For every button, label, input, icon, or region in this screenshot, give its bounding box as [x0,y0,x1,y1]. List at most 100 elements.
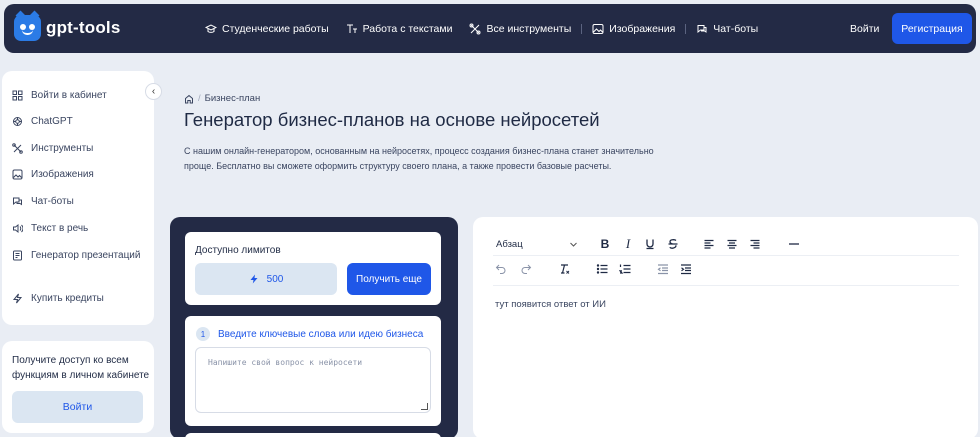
sidebar-item-tools[interactable]: Инструменты [12,143,93,154]
sidebar-item-presentations[interactable]: Генератор презентаций [12,250,140,261]
toolbar-row-format: Абзац B I [493,234,959,256]
text-editor: Абзац B I тут появится ответ от ИИ [473,217,978,437]
horizontal-rule-button[interactable] [786,236,802,252]
chat-icon [697,24,707,33]
numbered-list-button[interactable] [617,261,633,277]
align-right-icon [750,239,760,249]
nav-divider [685,23,687,34]
text-icon [346,24,357,33]
numbered-list-icon [619,264,631,274]
step-header: 1 Введите ключевые слова или идею бизнес… [196,327,423,341]
undo-icon [495,264,506,274]
home-icon[interactable] [184,94,194,104]
step-card: 1 Введите ключевые слова или идею бизнес… [185,316,441,426]
logo[interactable]: gpt-tools [14,10,121,41]
limits-counter: 500 [195,263,337,295]
promo-login-button[interactable]: Войти [12,391,143,423]
next-step-card [185,433,441,437]
step-label: Введите ключевые слова или идею бизнеса [218,328,424,340]
nav-item-texts[interactable]: Работа с текстами [346,23,452,35]
undo-button[interactable] [493,261,509,277]
sidebar-collapse-button[interactable]: ‹ [145,83,162,100]
limits-label: Доступно лимитов [195,245,281,256]
bold-icon: B [600,237,610,251]
indent-icon [681,264,691,275]
strikethrough-icon [668,239,678,249]
sidebar-item-images[interactable]: Изображения [12,169,94,180]
get-more-button[interactable]: Получить еще [347,263,431,295]
sidebar-item-label: Генератор презентаций [31,250,141,261]
sidebar-item-chatgpt[interactable]: ChatGPT [12,116,73,127]
editor-output-placeholder: тут появится ответ от ИИ [495,299,606,310]
limits-count: 500 [266,273,284,285]
editor-toolbar: Абзац B I [493,234,959,286]
chevron-left-icon: ‹ [151,86,156,97]
outdent-icon [657,264,668,275]
grid-icon [12,90,23,101]
nav-item-label: Изображения [609,22,676,35]
bullet-list-icon [596,264,608,274]
nav-item-chatbots[interactable]: Чат-боты [696,23,758,35]
clear-format-icon [561,264,570,274]
limits-card: Доступно лимитов 500 Получить еще [185,232,441,305]
breadcrumb: / Бизнес-план [184,93,260,104]
align-left-button[interactable] [701,236,717,252]
generator-form-panel: Доступно лимитов 500 Получить еще 1 Введ… [170,217,458,437]
redo-button[interactable] [518,261,534,277]
paragraph-style-select[interactable]: Абзац [496,236,578,252]
sidebar-item-chatbots[interactable]: Чат-боты [12,196,74,207]
horizontal-rule-icon [789,243,799,245]
paragraph-style-value: Абзац [496,238,523,250]
page-title: Генератор бизнес-планов на основе нейрос… [184,109,600,130]
resize-handle[interactable] [421,403,428,410]
nav-item-label: Все инструменты [486,22,572,35]
align-center-button[interactable] [724,236,740,252]
lightning-icon [12,293,23,304]
bold-button[interactable]: B [597,236,613,252]
promo-card: Получите доступ ко всем функциям в лично… [2,341,154,433]
redo-icon [521,264,532,274]
speaker-icon [13,223,23,234]
graduation-cap-icon [205,23,217,33]
register-button[interactable]: Регистрация [892,13,972,44]
login-link[interactable]: Войти [850,23,879,35]
image-icon [592,23,604,34]
align-left-icon [704,239,714,249]
sidebar-item-text-to-speech[interactable]: Текст в речь [12,223,88,234]
nav-divider [581,23,583,34]
main-nav: Студенческие работы Работа с текстами Вс… [205,4,758,53]
sidebar-item-label: Изображения [31,169,94,180]
sidebar-item-label: Войти в кабинет [31,90,107,101]
step-number: 1 [196,327,210,341]
sidebar-item-buy-credits[interactable]: Купить кредиты [12,293,104,304]
nav-item-images[interactable]: Изображения [592,23,675,35]
tools-icon [12,143,23,154]
italic-icon: I [625,236,631,251]
underline-icon [646,239,654,250]
lightning-icon [250,274,258,284]
presentation-icon [13,250,22,261]
sidebar-item-cabinet[interactable]: Войти в кабинет [12,90,107,101]
tools-icon [469,23,481,34]
sidebar-item-label: Купить кредиты [31,293,104,304]
openai-icon [13,117,22,126]
nav-item-all-tools[interactable]: Все инструменты [469,23,571,35]
header: gpt-tools Студенческие работы Работа с т… [4,4,976,53]
italic-button[interactable]: I [620,236,636,252]
page-description: С нашим онлайн-генератором, основанным н… [184,146,654,171]
underline-button[interactable] [642,236,658,252]
indent-button[interactable] [678,261,694,277]
sidebar-item-label: ChatGPT [31,116,73,127]
sidebar-item-label: Инструменты [31,143,94,154]
top-bar: gpt-tools Студенческие работы Работа с т… [0,0,980,57]
business-idea-input[interactable] [195,347,431,413]
nav-item-student-works[interactable]: Студенческие работы [205,23,329,35]
strikethrough-button[interactable] [665,236,681,252]
clear-format-button[interactable] [556,261,572,277]
breadcrumb-current: Бизнес-план [204,93,261,104]
outdent-button[interactable] [655,261,671,277]
cat-logo-icon [14,10,41,41]
align-center-icon [727,239,737,249]
align-right-button[interactable] [747,236,763,252]
bullet-list-button[interactable] [594,261,610,277]
